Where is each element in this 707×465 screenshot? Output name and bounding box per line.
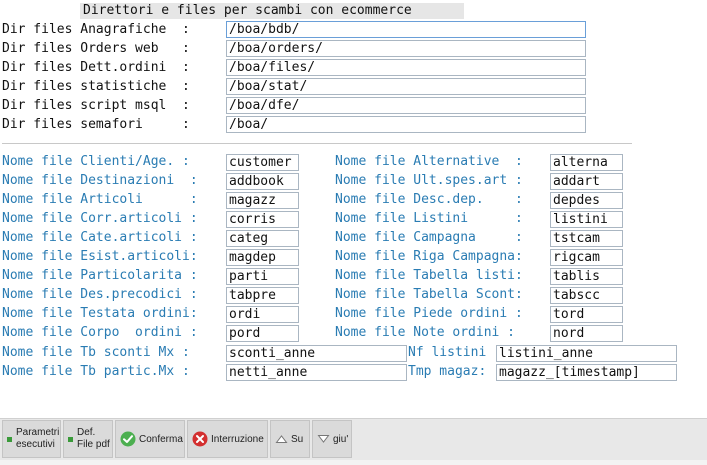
dir-label-script-msql: Dir files script msql : — [2, 98, 190, 113]
arrow-up-icon — [275, 435, 288, 443]
file-label-ult-spes-art: Nome file Ult.spes.art : — [335, 173, 523, 188]
status-strip — [0, 460, 707, 465]
file-input-clienti[interactable]: customer — [226, 154, 299, 171]
def-label-2: File pdf — [77, 439, 110, 450]
cancel-circle-icon — [192, 431, 208, 447]
file-label-tabella-scont: Nome file Tabella Scont: — [335, 287, 523, 302]
arrow-down-icon — [317, 435, 330, 443]
file-input-campagna[interactable]: tstcam — [550, 230, 623, 247]
def-file-pdf-button[interactable]: Def. File pdf — [63, 420, 113, 458]
file-label-note-ordini: Nome file Note ordini : — [335, 325, 516, 340]
file-label-esist-articoli: Nome file Esist.articoli: — [2, 249, 198, 264]
file-input-corpo-ordini[interactable]: pord — [226, 325, 299, 342]
file-label-tmp-magaz: Tmp magaz: — [408, 364, 487, 379]
file-label-alternative: Nome file Alternative : — [335, 154, 523, 169]
file-label-tabella-listi: Nome file Tabella listi: — [335, 268, 523, 283]
file-input-riga-campagna[interactable]: rigcam — [550, 249, 623, 266]
interruzione-label: Interruzione — [211, 433, 264, 445]
file-input-alternative[interactable]: alterna — [550, 154, 623, 171]
file-label-tb-partic: Nome file Tb partic.Mx : — [2, 364, 190, 379]
file-input-tb-partic[interactable]: netti_anne — [226, 364, 407, 381]
parametri-label-2: esecutivi — [16, 439, 55, 450]
conferma-label: Conferma — [139, 433, 183, 445]
section-divider — [2, 143, 632, 144]
file-label-riga-campagna: Nome file Riga Campagna: — [335, 249, 523, 264]
parametri-label-1: Parametri — [16, 427, 60, 438]
file-input-tabella-listi[interactable]: tablis — [550, 268, 623, 285]
page-title: Direttori e files per scambi con ecommer… — [80, 3, 464, 19]
file-input-listini[interactable]: listini — [550, 211, 623, 228]
giu-button[interactable]: giu' — [312, 420, 352, 458]
dir-input-statistiche[interactable]: /boa/stat/ — [226, 78, 586, 95]
dir-input-script-msql[interactable]: /boa/dfe/ — [226, 97, 586, 114]
file-label-campagna: Nome file Campagna : — [335, 230, 523, 245]
dir-label-statistiche: Dir files statistiche : — [2, 79, 190, 94]
file-input-note-ordini[interactable]: nord — [550, 325, 623, 342]
file-input-cate-articoli[interactable]: categ — [226, 230, 299, 247]
file-input-tmp-magaz[interactable]: magazz_[timestamp] — [496, 364, 677, 381]
su-label: Su — [291, 433, 304, 445]
dir-input-dett-ordini[interactable]: /boa/files/ — [226, 59, 586, 76]
check-circle-icon — [120, 431, 136, 447]
file-input-destinazioni[interactable]: addbook — [226, 173, 299, 190]
file-label-testata-ordini: Nome file Testata ordini: — [2, 306, 198, 321]
file-input-nf-listini[interactable]: listini_anne — [496, 345, 677, 362]
file-label-corr-articoli: Nome file Corr.articoli : — [2, 211, 198, 226]
file-label-corpo-ordini: Nome file Corpo ordini : — [2, 325, 198, 340]
dir-label-orders: Dir files Orders web : — [2, 41, 190, 56]
file-label-cate-articoli: Nome file Cate.articoli : — [2, 230, 198, 245]
file-input-desc-dep[interactable]: depdes — [550, 192, 623, 209]
file-input-articoli[interactable]: magazz — [226, 192, 299, 209]
giu-label: giu' — [333, 433, 349, 445]
def-label-1: Def. — [77, 427, 96, 438]
green-square-icon — [68, 436, 73, 442]
dir-input-semafori[interactable]: /boa/ — [226, 116, 586, 133]
conferma-button[interactable]: Conferma — [115, 420, 185, 458]
file-label-desc-dep: Nome file Desc.dep. : — [335, 192, 523, 207]
dir-label-dett-ordini: Dir files Dett.ordini : — [2, 60, 190, 75]
file-input-testata-ordini[interactable]: ordi — [226, 306, 299, 323]
dir-input-anagrafiche[interactable]: /boa/bdb/ — [226, 21, 586, 38]
dir-label-anagrafiche: Dir files Anagrafiche : — [2, 22, 190, 37]
file-label-destinazioni: Nome file Destinazioni : — [2, 173, 198, 188]
dir-label-semafori: Dir files semafori : — [2, 117, 190, 132]
file-label-articoli: Nome file Articoli : — [2, 192, 198, 207]
file-input-corr-articoli[interactable]: corris — [226, 211, 299, 228]
file-input-esist-articoli[interactable]: magdep — [226, 249, 299, 266]
file-input-ult-spes-art[interactable]: addart — [550, 173, 623, 190]
file-label-nf-listini: Nf listini — [408, 345, 487, 360]
file-label-clienti: Nome file Clienti/Age. : — [2, 154, 190, 169]
file-label-tb-sconti: Nome file Tb sconti Mx : — [2, 345, 190, 360]
file-label-particolarita: Nome file Particolarita : — [2, 268, 198, 283]
file-input-des-precodici[interactable]: tabpre — [226, 287, 299, 304]
green-square-icon — [7, 436, 12, 442]
dir-input-orders[interactable]: /boa/orders/ — [226, 40, 586, 57]
file-input-particolarita[interactable]: parti — [226, 268, 299, 285]
file-label-listini: Nome file Listini : — [335, 211, 523, 226]
interruzione-button[interactable]: Interruzione — [187, 420, 268, 458]
file-label-piede-ordini: Nome file Piede ordini : — [335, 306, 523, 321]
parametri-esecutivi-button[interactable]: Parametri esecutivi — [2, 420, 61, 458]
file-input-piede-ordini[interactable]: tord — [550, 306, 623, 323]
su-button[interactable]: Su — [270, 420, 310, 458]
file-label-des-precodici: Nome file Des.precodici : — [2, 287, 198, 302]
file-input-tb-sconti[interactable]: sconti_anne — [226, 345, 407, 362]
file-input-tabella-scont[interactable]: tabscc — [550, 287, 623, 304]
